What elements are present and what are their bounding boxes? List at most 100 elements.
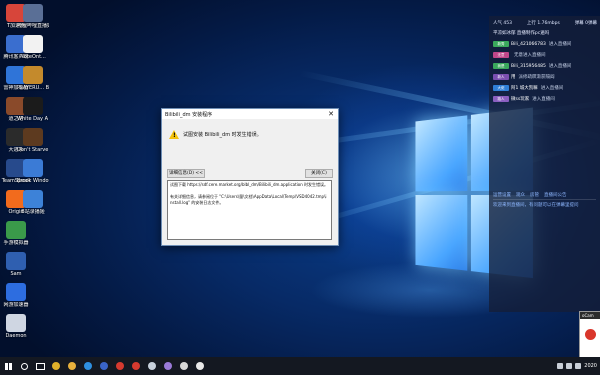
chat-text: 进入直播间 [548,64,572,69]
chat-notice: 欢迎来到直播间，有问题可以在弹幕里提问 [493,203,579,208]
notification-title: oCam [580,312,600,319]
desktop-shortcut[interactable]: Don't Starve Together [17,128,49,153]
desktop-shortcut[interactable]: Brook Windows... [17,159,49,184]
desktop-shortcut[interactable]: PLAYERU... BATTLEGR... [17,66,49,91]
taskbar: 2020 [0,357,600,375]
warning-icon: ! [169,130,179,139]
chat-text: 进入直播间 [532,97,555,102]
chat-header: 人气 453 上行 1.76mbps 弹幕 0弹幕 [489,16,600,26]
clock[interactable]: 2020 [584,363,597,369]
shortcut-label: NoteOnt... [20,54,46,60]
shortcut-label: Sam [10,271,22,277]
tray-icon[interactable] [557,363,564,369]
desktop-shortcut[interactable]: Daemon [0,314,32,339]
app-icon [6,221,26,239]
taskbar-apps [0,357,208,375]
shortcut-label: 哔哩哔哩直播姬 [17,23,49,29]
desktop-shortcut[interactable]: 哔哩哔哩直播姬 [17,4,49,29]
app-icon[interactable] [160,357,176,375]
game-icon [23,97,43,115]
close-button[interactable]: 关闭(C) [305,169,333,178]
chat-nickname[interactable]: Bili_421066783 [511,42,546,47]
error-details-textbox[interactable]: 试图下载 https://sdf.cere.market.org/blbl_dm… [167,180,332,240]
app-icon[interactable] [96,357,112,375]
steam-icon[interactable] [144,357,160,375]
chat-tab[interactable]: 运营设置 [493,192,511,198]
fan-badge: 路人 [493,96,509,102]
chat-tab[interactable]: 观众 [516,192,525,198]
app-icon[interactable] [128,357,144,375]
shortcut-label: PLAYERU... BATTLEGR... [17,85,49,91]
desktop-shortcut[interactable]: White Day A Labyrinth ... [17,97,49,122]
live-chat-panel: 人气 453 上行 1.76mbps 弹幕 0弹幕 平凉如冰郁 直播制作pc遍吗… [489,16,600,312]
desktop-shortcut[interactable]: 手游模拟器 [0,221,32,246]
chat-nickname[interactable]: 阿1 城大凯嘛 [511,85,538,91]
shortcut-label: Don't Starve Together [17,147,49,153]
popularity-count: 人气 453 [493,21,513,26]
volume-icon[interactable] [566,363,573,369]
app-icon [6,283,26,301]
shortcut-label: B站录播姬 [21,209,45,215]
chat-message: 大佬 阿1 城大凯嘛 进入直播间 [489,83,600,93]
details-line: 有关详细信息，请参阅位于 "C:\Users\量\文档\AppData\Loca… [170,194,327,205]
upload-speed: 上行 1.76mbps [526,21,560,26]
chat-tab[interactable]: 直播间公告 [544,192,567,198]
app-icon[interactable] [80,357,96,375]
game-icon [23,66,43,84]
task-view-icon[interactable] [32,357,48,375]
app-icon [23,159,43,177]
fan-badge: 新人 [493,74,509,80]
app-icon [6,252,26,270]
game-icon[interactable] [176,357,192,375]
chat-message: 新人用派修疏瞑渐获隔阎 [489,72,600,82]
shortcut-label: Brook Windows... [17,178,49,184]
app-icon [6,314,26,332]
chat-text: 进入直播间 [548,42,572,47]
folder-icon[interactable] [64,357,80,375]
shortcut-label: 网游加速器 [3,302,29,308]
chat-tab[interactable]: 房管 [530,192,539,198]
details-button[interactable]: 详细信息(D) << [167,169,205,178]
chat-text: 无意进入直播间 [514,53,546,58]
fan-badge: 新秀 [493,41,509,47]
desktop-shortcut[interactable]: 网游加速器 [0,283,32,308]
pinned-message: 平凉如冰郁 直播制作pc遍吗 [493,31,550,36]
recorder-notification[interactable]: oCam [579,311,600,359]
search-icon[interactable] [16,357,32,375]
chat-nickname[interactable]: Bili_315956485 [511,64,546,69]
app-icon [23,4,43,22]
system-tray: 2020 [557,357,600,375]
desktop-shortcut[interactable]: NoteOnt... [17,35,49,60]
details-line: 试图下载 https://sdf.cere.market.org/blbl_dm… [170,182,329,187]
chat-message: 我是 Bili_315956485 进入直播间 [489,61,600,71]
settings-icon[interactable] [192,357,208,375]
shortcut-label: 手游模拟器 [3,240,29,246]
chat-message: 路人 微ss玩家 进入直播间 [489,94,600,104]
fan-badge: 我是 [493,63,509,69]
record-icon[interactable] [585,329,596,340]
fan-badge: 无意 [493,52,509,58]
network-icon[interactable] [575,363,582,369]
danmaku-status: 弹幕 0弹幕 [574,21,597,26]
chrome-icon[interactable] [48,357,64,375]
start-icon[interactable] [0,357,16,375]
shortcut-label: Daemon [5,333,27,339]
close-icon[interactable]: ✕ [324,109,338,119]
dialog-title: Bilibili_dm 安装程序 [165,111,213,118]
chat-message-list: 新秀 Bili_421066783 进入直播间 无意 无意进入直播间 我是 Bili_315… [489,39,600,104]
netease-music-icon[interactable] [112,357,128,375]
chat-tabs: 运营设置 观众 房管 直播间公告 [493,192,596,200]
chat-message: 无意 无意进入直播间 [489,50,600,60]
desktop-shortcut[interactable]: Sam [0,252,32,277]
app-icon [23,35,43,53]
chat-nickname[interactable]: 微ss玩家 [511,96,529,102]
chat-nickname[interactable]: 用 [511,74,516,80]
app-icon [23,190,43,208]
chat-text: 进入直播间 [540,86,564,91]
installer-error-dialog: Bilibili_dm 安装程序 ✕ ! 试图安装 Bilibili_dm 时发… [161,108,339,246]
dialog-titlebar[interactable]: Bilibili_dm 安装程序 ✕ [162,109,338,119]
chat-text: 派修疏瞑渐获隔阎 [518,75,555,80]
game-icon [23,128,43,146]
error-message: 试图安装 Bilibili_dm 时发生错误。 [183,132,262,138]
desktop-shortcut[interactable]: B站录播姬 [17,190,49,215]
